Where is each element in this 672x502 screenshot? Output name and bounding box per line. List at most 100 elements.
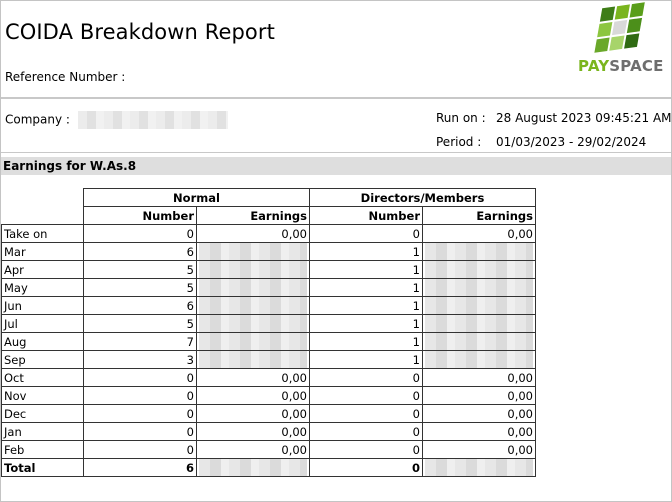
table-row: Mar 6 1 <box>1 242 536 261</box>
redacted-value <box>199 261 307 278</box>
row-label: Feb <box>1 440 84 459</box>
normal-number: 0 <box>83 368 197 387</box>
directors-number: 0 <box>309 440 423 459</box>
directors-number: 1 <box>309 332 423 351</box>
normal-earnings <box>196 332 310 351</box>
row-label: Jan <box>1 422 84 441</box>
directors-number: 0 <box>309 422 423 441</box>
group-header-directors: Directors/Members <box>309 188 536 207</box>
directors-earnings <box>422 260 536 279</box>
section-title: Earnings for W.As.8 <box>1 157 671 175</box>
normal-number: 5 <box>83 278 197 297</box>
company-label: Company : <box>5 112 70 127</box>
col-header-earnings: Earnings <box>196 206 310 225</box>
directors-number: 0 <box>309 386 423 405</box>
directors-number: 1 <box>309 314 423 333</box>
redacted-value <box>425 261 533 278</box>
normal-earnings: 0,00 <box>196 422 310 441</box>
corner-blank <box>2 189 84 207</box>
details-divider <box>1 152 671 153</box>
table-row: Feb 0 0,00 0 0,00 <box>1 440 536 459</box>
normal-number: 6 <box>83 296 197 315</box>
directors-earnings <box>422 314 536 333</box>
table-row: Dec 0 0,00 0 0,00 <box>1 404 536 423</box>
row-label: Aug <box>1 332 84 351</box>
table-row: Nov 0 0,00 0 0,00 <box>1 386 536 405</box>
table-row: Aug 7 1 <box>1 332 536 351</box>
total-directors-earnings <box>422 458 536 477</box>
directors-earnings: 0,00 <box>422 368 536 387</box>
normal-earnings: 0,00 <box>196 386 310 405</box>
directors-earnings: 0,00 <box>422 404 536 423</box>
normal-earnings <box>196 260 310 279</box>
table-row: Oct 0 0,00 0 0,00 <box>1 368 536 387</box>
directors-number: 0 <box>309 404 423 423</box>
run-on-label: Run on : <box>436 111 486 125</box>
table-row: Sep 3 1 <box>1 350 536 369</box>
directors-number: 1 <box>309 350 423 369</box>
directors-number: 0 <box>309 224 423 243</box>
corner-blank <box>2 207 84 225</box>
total-normal-number: 6 <box>83 458 197 477</box>
normal-number: 0 <box>83 224 197 243</box>
normal-number: 6 <box>83 242 197 261</box>
directors-earnings <box>422 350 536 369</box>
redacted-value <box>425 315 533 332</box>
row-label: Take on <box>1 224 84 243</box>
normal-earnings <box>196 242 310 261</box>
table-row: Take on 0 0,00 0 0,00 <box>1 224 536 243</box>
company-row: Company : <box>5 111 228 129</box>
row-label: Apr <box>1 260 84 279</box>
run-on-value: 28 August 2023 09:45:21 AM <box>496 111 672 125</box>
normal-earnings <box>196 314 310 333</box>
normal-earnings: 0,00 <box>196 224 310 243</box>
normal-number: 7 <box>83 332 197 351</box>
directors-earnings <box>422 296 536 315</box>
header-divider <box>1 97 671 99</box>
col-header-earnings: Earnings <box>422 206 536 225</box>
redacted-value <box>199 459 307 476</box>
normal-number: 5 <box>83 314 197 333</box>
period-label: Period : <box>436 135 482 149</box>
total-directors-number: 0 <box>309 458 423 477</box>
normal-earnings: 0,00 <box>196 368 310 387</box>
row-label: Jul <box>1 314 84 333</box>
reference-number-label: Reference Number : <box>5 70 126 84</box>
report-title: COIDA Breakdown Report <box>5 20 275 44</box>
normal-number: 0 <box>83 440 197 459</box>
normal-number: 0 <box>83 404 197 423</box>
directors-number: 1 <box>309 296 423 315</box>
row-label: Oct <box>1 368 84 387</box>
row-label: Mar <box>1 242 84 261</box>
directors-number: 1 <box>309 278 423 297</box>
normal-earnings: 0,00 <box>196 440 310 459</box>
redacted-value <box>199 315 307 332</box>
normal-earnings <box>196 350 310 369</box>
directors-number: 1 <box>309 242 423 261</box>
col-header-number: Number <box>309 206 423 225</box>
directors-earnings: 0,00 <box>422 440 536 459</box>
payspace-logo-text: PAYSPACE <box>578 57 664 75</box>
normal-earnings <box>196 296 310 315</box>
col-header-number: Number <box>83 206 197 225</box>
normal-number: 5 <box>83 260 197 279</box>
redacted-value <box>199 243 307 260</box>
row-label: Nov <box>1 386 84 405</box>
normal-number: 0 <box>83 386 197 405</box>
directors-earnings: 0,00 <box>422 386 536 405</box>
table-row: Jul 5 1 <box>1 314 536 333</box>
redacted-value <box>199 297 307 314</box>
redacted-value <box>199 351 307 368</box>
redacted-value <box>425 351 533 368</box>
directors-earnings <box>422 242 536 261</box>
table-row: Apr 5 1 <box>1 260 536 279</box>
redacted-value <box>199 279 307 296</box>
group-header-normal: Normal <box>83 188 310 207</box>
row-label: Sep <box>1 350 84 369</box>
period-value: 01/03/2023 - 29/02/2024 <box>496 135 647 149</box>
company-name-redacted <box>77 111 228 129</box>
directors-earnings: 0,00 <box>422 224 536 243</box>
table-row: May 5 1 <box>1 278 536 297</box>
redacted-value <box>199 333 307 350</box>
redacted-value <box>425 243 533 260</box>
